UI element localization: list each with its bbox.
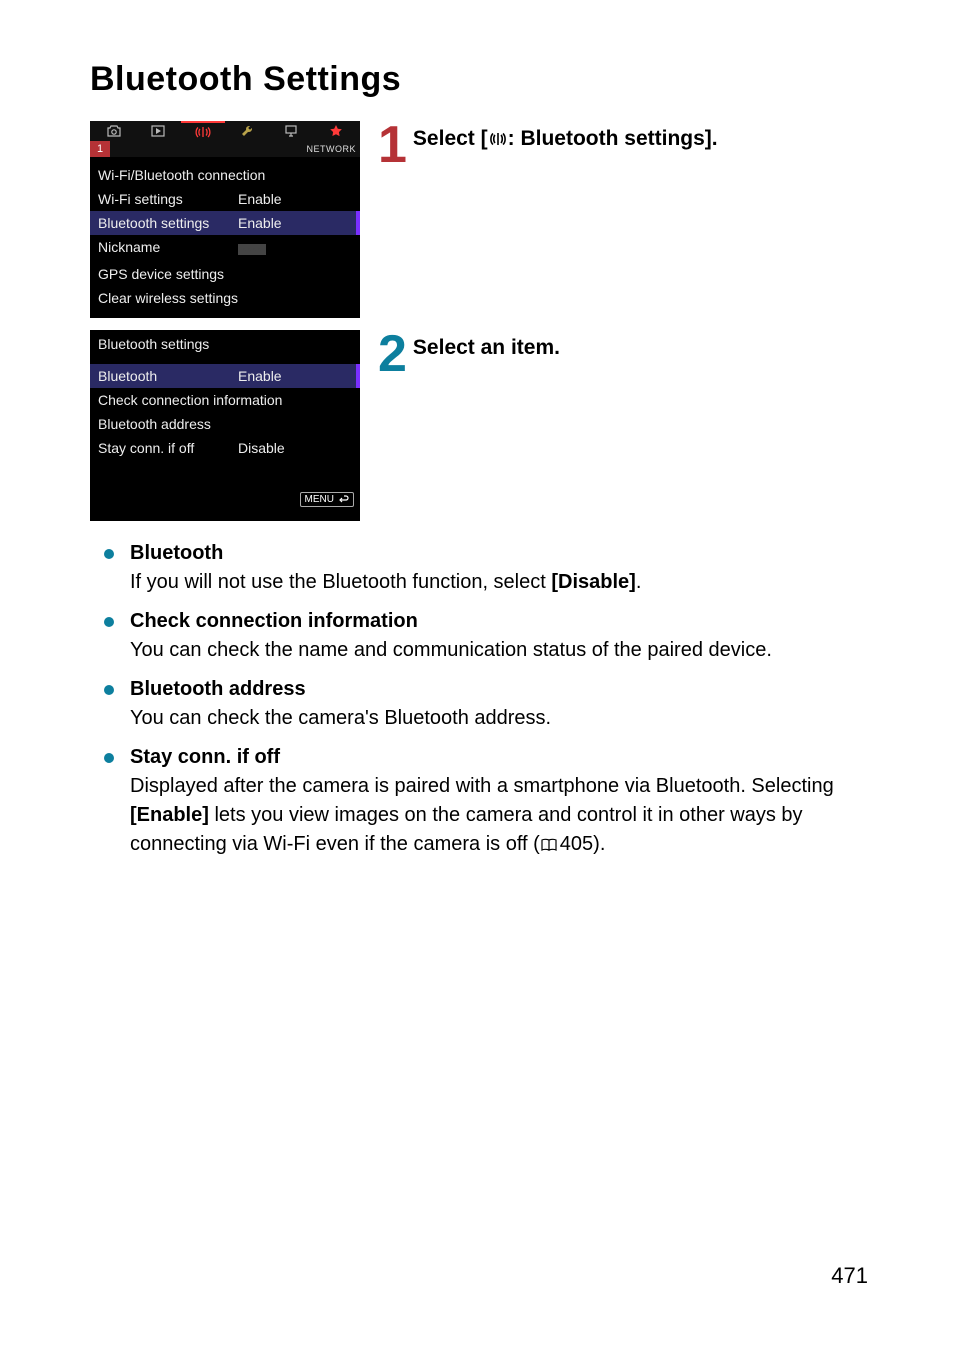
menu-value: Enable <box>238 189 352 209</box>
menu-value: xxxx <box>238 237 352 260</box>
step-2-text: Select an item. <box>413 332 560 361</box>
text: . <box>636 571 642 593</box>
bullet-body: You can check the camera's Bluetooth add… <box>130 704 874 733</box>
step1-suffix: : Bluetooth settings]. <box>508 127 718 150</box>
menu-value: Disable <box>238 438 352 458</box>
wireless-icon <box>489 127 507 154</box>
text: lets you view images on the camera and c… <box>130 804 803 855</box>
menu-label: GPS device settings <box>98 264 224 284</box>
menu-row-bluetooth-settings: Bluetooth settings Enable <box>90 211 360 235</box>
step-1: 1 NETWORK Wi-Fi/Bluetooth connection Wi-… <box>90 121 874 318</box>
page-number: 471 <box>831 1263 868 1289</box>
tab-wrench-icon <box>225 121 269 141</box>
tab-display-icon <box>269 121 313 141</box>
menu-row-stay-conn: Stay conn. if off Disable <box>90 436 360 460</box>
menu-row-wifibt: Wi-Fi/Bluetooth connection <box>90 163 360 187</box>
menu-row-bluetooth: Bluetooth Enable <box>90 364 360 388</box>
menu-row-clear: Clear wireless settings <box>90 286 360 310</box>
menu-return-badge: MENU <box>300 492 354 507</box>
menu-row-nickname: Nickname xxxx <box>90 235 360 262</box>
bullet-heading: Check connection information <box>130 607 874 636</box>
menu-label: Bluetooth address <box>98 414 211 434</box>
blurred-value: xxxx <box>238 244 266 255</box>
text: If you will not use the Bluetooth functi… <box>130 571 551 593</box>
menu-return-row: MENU <box>90 488 360 513</box>
subtab-label: NETWORK <box>110 141 360 157</box>
menu-label: Stay conn. if off <box>98 438 238 458</box>
menu-label: Wi-Fi settings <box>98 189 238 209</box>
text: 405). <box>560 833 606 855</box>
subtab-number: 1 <box>90 141 110 157</box>
menu-row-check-conn: Check connection information <box>90 388 360 412</box>
menu-label: Check connection information <box>98 390 282 410</box>
menu-row-gps: GPS device settings <box>90 262 360 286</box>
menu-value: Enable <box>238 213 352 233</box>
tab-play-icon <box>136 121 180 141</box>
page-reference-icon <box>540 832 558 861</box>
bullet-body: You can check the name and communication… <box>130 636 874 665</box>
menu-value: Enable <box>238 366 352 386</box>
bullet-body: Displayed after the camera is paired wit… <box>130 772 874 861</box>
step1-prefix: Select [ <box>413 127 488 150</box>
camera-screen-2: Bluetooth settings Bluetooth Enable Chec… <box>90 330 360 521</box>
bullet-check-connection: Check connection information You can che… <box>90 607 874 665</box>
return-icon <box>337 495 349 505</box>
bullet-heading: Stay conn. if off <box>130 743 874 772</box>
camera-top-tabs <box>90 121 360 141</box>
bullet-body: If you will not use the Bluetooth functi… <box>130 568 874 597</box>
bullet-heading: Bluetooth <box>130 539 874 568</box>
camera-subtabs: 1 NETWORK <box>90 141 360 157</box>
menu-label: Clear wireless settings <box>98 288 238 308</box>
screen2-header: Bluetooth settings <box>90 330 360 356</box>
bold-text: [Enable] <box>130 804 209 826</box>
step-number-1: 1 <box>378 123 407 167</box>
menu-label: Nickname <box>98 237 238 260</box>
bullet-bt-address: Bluetooth address You can check the came… <box>90 675 874 733</box>
menu-label-text: MENU <box>305 494 334 505</box>
menu-label: Bluetooth settings <box>98 213 238 233</box>
bullet-bluetooth: Bluetooth If you will not use the Blueto… <box>90 539 874 597</box>
text: Displayed after the camera is paired wit… <box>130 775 834 797</box>
tab-star-icon <box>314 121 358 141</box>
bullet-list: Bluetooth If you will not use the Blueto… <box>90 539 874 861</box>
bold-text: [Disable] <box>551 571 635 593</box>
camera-screen-1: 1 NETWORK Wi-Fi/Bluetooth connection Wi-… <box>90 121 360 318</box>
bullet-stay-conn: Stay conn. if off Displayed after the ca… <box>90 743 874 861</box>
tab-wireless-icon <box>181 121 225 141</box>
step-1-text: Select [ : Bluetooth settings]. <box>413 123 718 154</box>
menu-row-bt-address: Bluetooth address <box>90 412 360 436</box>
step-2: Bluetooth settings Bluetooth Enable Chec… <box>90 330 874 521</box>
tab-camera-icon <box>92 121 136 141</box>
step-number-2: 2 <box>378 332 407 376</box>
menu-label: Wi-Fi/Bluetooth connection <box>98 165 265 185</box>
page-title: Bluetooth Settings <box>90 60 874 99</box>
bullet-heading: Bluetooth address <box>130 675 874 704</box>
menu-row-wifi: Wi-Fi settings Enable <box>90 187 360 211</box>
menu-label: Bluetooth <box>98 366 238 386</box>
